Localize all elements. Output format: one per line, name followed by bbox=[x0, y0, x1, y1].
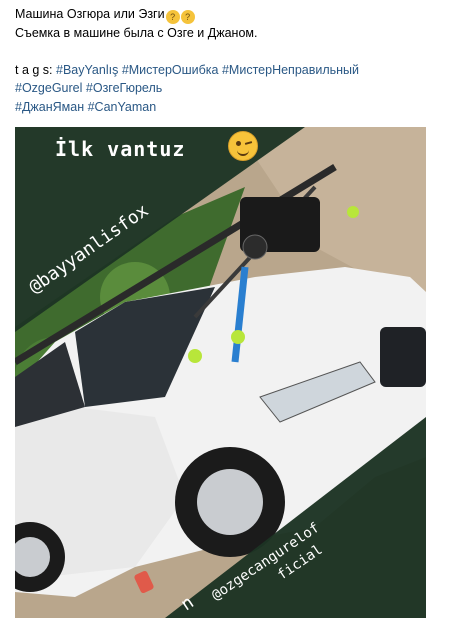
car-front-rim bbox=[197, 469, 263, 535]
car-grille bbox=[380, 327, 426, 387]
post-subtitle: Съемка в машине была с Озге и Джаном. bbox=[15, 26, 258, 40]
hashtag-link[interactable]: #CanYaman bbox=[88, 100, 157, 114]
tennis-ball bbox=[188, 349, 202, 363]
sticker-title: İlk vantuz bbox=[55, 137, 186, 161]
tags-label: t a g s: bbox=[15, 62, 53, 77]
tags-line-2: #OzgeGurel #ОзгеГюрель bbox=[15, 79, 455, 98]
tennis-ball bbox=[347, 206, 359, 218]
winking-face-emoji-icon bbox=[228, 131, 258, 161]
thinking-face-emoji-icon: ? bbox=[180, 10, 195, 24]
post-text: Машина Озгюра или Эзги?? Съемка в машине… bbox=[15, 5, 455, 116]
post-title: Машина Озгюра или Эзги bbox=[15, 7, 165, 21]
hashtag-link[interactable]: #МистерНеправильный bbox=[222, 63, 359, 77]
tennis-ball bbox=[231, 330, 245, 344]
hashtag-link[interactable]: #ДжанЯман bbox=[15, 100, 84, 114]
thinking-face-emoji-icon: ? bbox=[165, 10, 180, 24]
tags-line-1: t a g s: #BayYanlış #МистерОшибка #Мисте… bbox=[15, 61, 455, 80]
post-title-line: Машина Озгюра или Эзги?? bbox=[15, 5, 455, 24]
post-photo[interactable]: İlk vantuz @bayyanlisfox @ozgecangurelof… bbox=[15, 127, 426, 618]
photo-scene bbox=[15, 127, 426, 618]
camera-lens bbox=[242, 234, 268, 260]
hashtag-link[interactable]: #OzgeGurel bbox=[15, 81, 82, 95]
hashtag-link[interactable]: #ОзгеГюрель bbox=[86, 81, 162, 95]
tags-line-3: #ДжанЯман #CanYaman bbox=[15, 98, 455, 117]
hashtag-link[interactable]: #МистерОшибка bbox=[122, 63, 219, 77]
hashtag-link[interactable]: #BayYanlış bbox=[56, 63, 118, 77]
